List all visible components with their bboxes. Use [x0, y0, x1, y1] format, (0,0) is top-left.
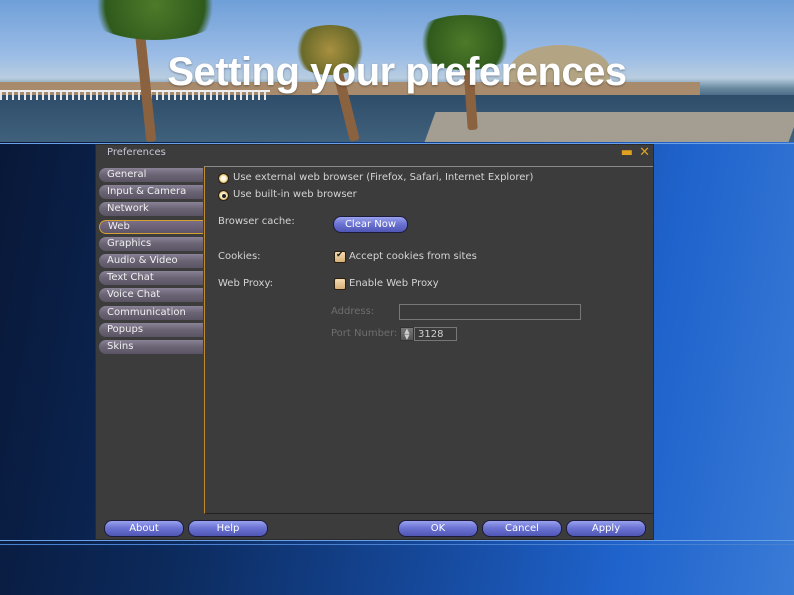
clear-now-button[interactable]: Clear Now [333, 216, 408, 233]
apply-button[interactable]: Apply [566, 520, 646, 537]
tab-general[interactable]: General [99, 168, 203, 182]
ground [424, 112, 794, 142]
window-title: Preferences [107, 147, 166, 158]
tab-input-camera[interactable]: Input & Camera [99, 185, 203, 200]
port-number-label: Port Number: [331, 328, 398, 339]
divider-line [0, 540, 794, 541]
help-button[interactable]: Help [188, 520, 268, 537]
builtin-browser-label: Use built-in web browser [233, 189, 357, 200]
divider-line [0, 544, 794, 545]
tab-text-chat[interactable]: Text Chat [99, 271, 203, 286]
close-icon[interactable]: ✕ [639, 145, 650, 161]
tab-web[interactable]: Web [99, 219, 203, 234]
minimize-icon[interactable]: ▬ [621, 145, 633, 161]
ok-button[interactable]: OK [398, 520, 478, 537]
enable-proxy-checkbox[interactable] [334, 278, 346, 290]
accept-cookies-label: Accept cookies from sites [349, 251, 477, 262]
cancel-button[interactable]: Cancel [482, 520, 562, 537]
external-browser-radio[interactable] [218, 173, 229, 184]
tab-graphics[interactable]: Graphics [99, 236, 203, 251]
port-spinner-icon[interactable]: ▲ ▼ [400, 327, 414, 341]
about-button[interactable]: About [104, 520, 184, 537]
tab-audio-video[interactable]: Audio & Video [99, 253, 203, 268]
web-proxy-label: Web Proxy: [218, 278, 274, 289]
browser-cache-label: Browser cache: [218, 216, 295, 227]
enable-proxy-label: Enable Web Proxy [349, 278, 439, 289]
accept-cookies-checkbox[interactable] [334, 250, 346, 263]
cookies-label: Cookies: [218, 251, 261, 262]
scenery-banner: Setting your preferences [0, 0, 794, 142]
port-number-input[interactable]: 3128 [414, 327, 457, 341]
slide-title: Setting your preferences [167, 50, 627, 94]
preferences-window: Preferences ▬ ✕ General Input & Camera N… [95, 144, 654, 540]
tab-list: General Input & Camera Network Web Graph… [99, 168, 203, 357]
proxy-address-input[interactable] [399, 304, 581, 320]
builtin-browser-radio[interactable] [218, 190, 229, 201]
tab-skins[interactable]: Skins [99, 339, 203, 354]
tab-popups[interactable]: Popups [99, 322, 203, 337]
tab-network[interactable]: Network [99, 202, 203, 217]
address-label: Address: [331, 306, 375, 317]
web-settings-panel: Use external web browser (Firefox, Safar… [204, 167, 653, 514]
tab-communication[interactable]: Communication [99, 305, 203, 320]
external-browser-label: Use external web browser (Firefox, Safar… [233, 172, 534, 183]
palm-leaves [80, 0, 230, 40]
tab-voice-chat[interactable]: Voice Chat [99, 288, 203, 303]
